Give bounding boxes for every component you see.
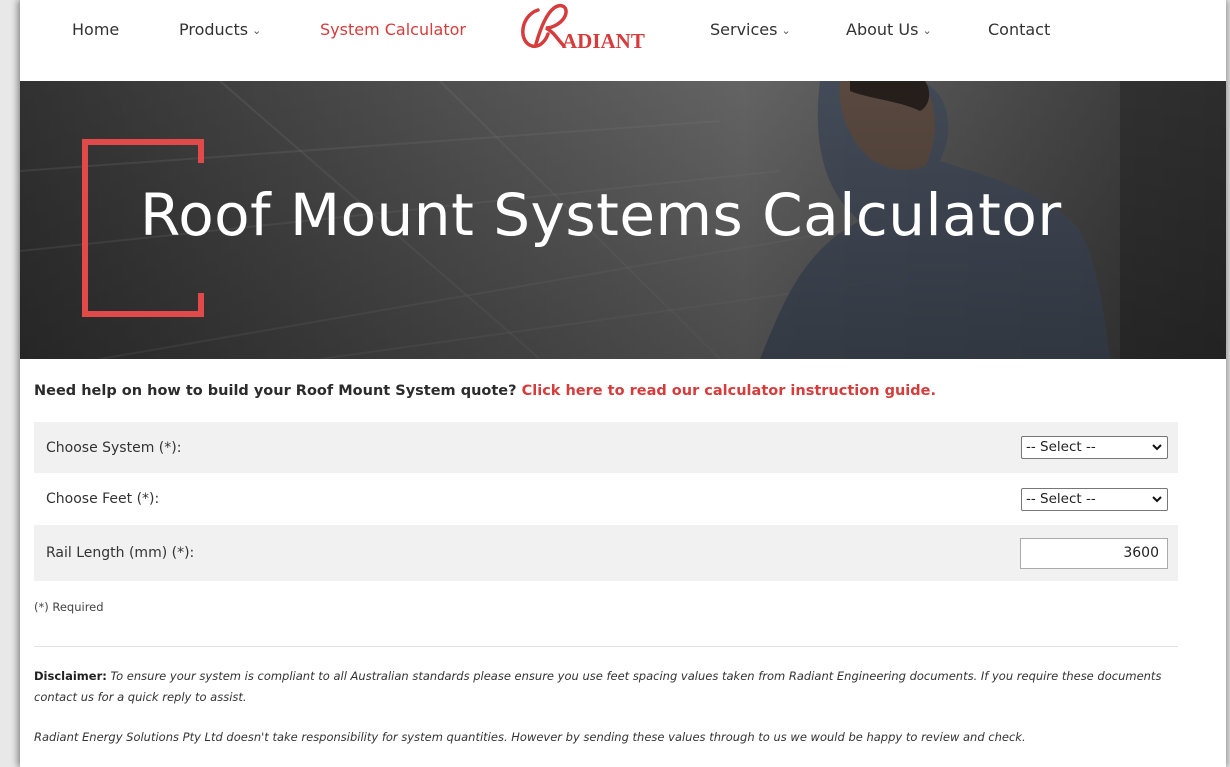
nav-contact-link[interactable]: Contact xyxy=(988,20,1050,39)
choose-system-value: -- Select -- xyxy=(1026,439,1096,455)
rail-length-label: Rail Length (mm) (*): xyxy=(46,545,195,561)
nav-services-link[interactable]: Services ⌄ xyxy=(710,20,791,39)
responsibility-note: Radiant Energy Solutions Pty Ltd doesn't… xyxy=(34,730,1026,744)
nav-system-calculator-link[interactable]: System Calculator xyxy=(320,20,466,39)
nav-services-label: Services xyxy=(710,20,778,39)
nav-products-label: Products xyxy=(179,20,249,39)
chevron-down-icon: ⌄ xyxy=(922,24,932,37)
nav-about-us-label: About Us xyxy=(846,20,919,39)
top-navigation: Home Products ⌄ System Calculator ADIANT … xyxy=(20,0,1226,81)
chevron-down-icon: ⌄ xyxy=(252,24,262,37)
divider xyxy=(34,646,1178,647)
help-text: Need help on how to build your Roof Moun… xyxy=(34,383,936,399)
choose-system-row: Choose System (*): -- Select -- xyxy=(34,422,1178,473)
radiant-logo-mark: ADIANT xyxy=(521,3,645,53)
chevron-down-icon: ⌄ xyxy=(781,24,791,37)
hero-banner: Roof Mount Systems Calculator xyxy=(20,81,1226,359)
browser-page: Home Products ⌄ System Calculator ADIANT … xyxy=(20,0,1226,767)
nav-home-link[interactable]: Home xyxy=(72,20,119,39)
disclaimer-label: Disclaimer: xyxy=(34,669,107,683)
disclaimer-text: To ensure your system is compliant to al… xyxy=(34,669,1162,704)
page-title: Roof Mount Systems Calculator xyxy=(140,181,1062,249)
chevron-down-icon xyxy=(1152,444,1162,451)
choose-feet-row: Choose Feet (*): -- Select -- xyxy=(34,473,1178,525)
disclaimer: Disclaimer: To ensure your system is com… xyxy=(34,666,1184,708)
chevron-down-icon xyxy=(1152,496,1162,503)
choose-feet-select[interactable]: -- Select -- xyxy=(1021,488,1168,511)
required-note: (*) Required xyxy=(34,600,104,614)
rail-length-input[interactable]: 3600 xyxy=(1020,538,1168,569)
choose-system-label: Choose System (*): xyxy=(46,440,182,456)
choose-system-select[interactable]: -- Select -- xyxy=(1021,436,1168,459)
instruction-guide-link[interactable]: Click here to read our calculator instru… xyxy=(522,383,936,399)
choose-feet-value: -- Select -- xyxy=(1026,491,1096,507)
radiant-logo[interactable]: ADIANT xyxy=(516,0,656,60)
nav-products-link[interactable]: Products ⌄ xyxy=(179,20,261,39)
choose-feet-label: Choose Feet (*): xyxy=(46,491,160,507)
logo-wordmark: ADIANT xyxy=(562,29,645,53)
help-question: Need help on how to build your Roof Moun… xyxy=(34,383,517,399)
nav-about-us-link[interactable]: About Us ⌄ xyxy=(846,20,932,39)
rail-length-row: Rail Length (mm) (*): 3600 xyxy=(34,525,1178,581)
